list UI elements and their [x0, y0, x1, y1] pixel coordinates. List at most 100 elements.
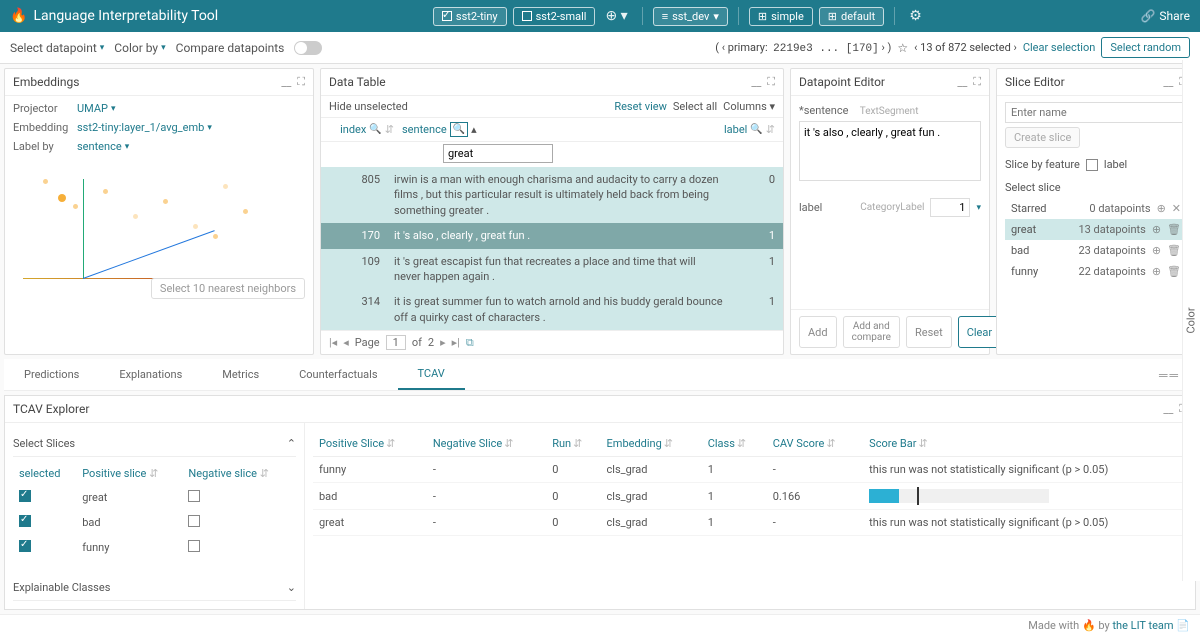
table-row[interactable]: 109 it 's great escapist fun that recrea…: [321, 249, 783, 290]
label-input[interactable]: [930, 198, 970, 217]
score-bar-header[interactable]: Score Bar⇵: [863, 431, 1187, 457]
add-compare-button[interactable]: Add and compare: [843, 316, 900, 348]
footer: Made with 🔥 by the LIT team 📄: [0, 614, 1200, 636]
slice-name-input[interactable]: [1005, 102, 1187, 123]
sentence-column-header[interactable]: sentence 🔍 ▴: [402, 122, 477, 137]
share-button[interactable]: 🔗 Share: [1140, 9, 1190, 23]
clear-button[interactable]: Clear: [958, 316, 1001, 348]
add-icon[interactable]: ⊕: [1157, 202, 1166, 215]
add-icon[interactable]: ⊕: [1152, 265, 1161, 278]
negative-checkbox[interactable]: [188, 515, 200, 527]
primary-nav: ( ‹ primary: 2219e3 ... [170] › ): [715, 41, 891, 55]
data-table-panel: Data Table __ ⛶ Hide unselected Reset vi…: [320, 68, 784, 355]
selected-header[interactable]: selected: [15, 463, 76, 484]
tab-tcav[interactable]: TCAV: [398, 359, 465, 390]
minimize-icon[interactable]: __: [281, 76, 291, 89]
tcav-results-table: Positive Slice⇵ Negative Slice⇵ Run⇵ Emb…: [305, 423, 1195, 609]
cav-score-header[interactable]: CAV Score⇵: [767, 431, 863, 457]
slice-count: 0 datapoints: [1089, 202, 1150, 215]
select-nearest-button[interactable]: Select 10 nearest neighbors: [151, 278, 305, 299]
label-dropdown-icon[interactable]: ▾: [976, 203, 981, 213]
feature-checkbox[interactable]: [1086, 159, 1098, 171]
sentence-search-input[interactable]: [443, 144, 553, 163]
select-random-button[interactable]: Select random: [1101, 37, 1190, 58]
negative-slice-header[interactable]: Negative slice ⇵: [184, 463, 294, 484]
create-slice-button[interactable]: Create slice: [1005, 127, 1080, 148]
embedding-header[interactable]: Embedding⇵: [601, 431, 702, 457]
trash-icon[interactable]: 🗑: [1167, 265, 1181, 278]
columns-button[interactable]: Columns ▾: [723, 100, 775, 113]
color-by-menu[interactable]: Color by ▾: [114, 41, 165, 55]
table-row[interactable]: 805 irwin is a man with enough charisma …: [321, 167, 783, 223]
class-header[interactable]: Class⇵: [702, 431, 767, 457]
prev-page-icon[interactable]: ◂: [343, 336, 349, 349]
slice-row[interactable]: funny 22 datapoints ⊕ 🗑: [1005, 261, 1187, 282]
positive-slice-header[interactable]: Positive slice ⇵: [78, 463, 182, 484]
layout-default[interactable]: ⊞ default: [819, 7, 884, 26]
tab-explanations[interactable]: Explanations: [99, 360, 202, 389]
embedding-select[interactable]: sst2-tiny:layer_1/avg_emb▾: [77, 121, 212, 134]
reset-button[interactable]: Reset: [906, 316, 952, 348]
model-chip-sst2-small[interactable]: sst2-small: [513, 7, 596, 26]
clear-selection-button[interactable]: Clear selection: [1023, 41, 1096, 54]
last-page-icon[interactable]: ▸|: [452, 336, 460, 349]
index-column-header[interactable]: index 🔍 ⇵: [329, 123, 394, 136]
model-dropdown-icon[interactable]: ⊕ ▾: [601, 8, 631, 24]
first-page-icon[interactable]: |◂: [329, 336, 337, 349]
trash-icon[interactable]: 🗑: [1167, 223, 1181, 236]
slice-row[interactable]: great 13 datapoints ⊕ 🗑: [1005, 219, 1187, 240]
selected-checkbox[interactable]: [19, 515, 31, 527]
fullscreen-icon[interactable]: ⛶: [297, 75, 305, 89]
minimize-icon[interactable]: __: [1163, 76, 1173, 89]
minimize-icon[interactable]: __: [957, 76, 967, 89]
star-icon[interactable]: ☆: [897, 41, 908, 55]
row-label: 1: [735, 228, 775, 243]
select-all-button[interactable]: Select all: [673, 100, 717, 113]
tab-metrics[interactable]: Metrics: [202, 360, 279, 389]
labelby-select[interactable]: sentence▾: [77, 140, 129, 153]
table-row[interactable]: 314 it is great summer fun to watch arno…: [321, 289, 783, 330]
tab-predictions[interactable]: Predictions: [4, 360, 99, 389]
link-icon: 🔗: [1140, 9, 1155, 23]
trash-icon[interactable]: 🗑: [1167, 244, 1181, 257]
add-icon[interactable]: ⊕: [1152, 244, 1161, 257]
minimize-icon[interactable]: __: [751, 76, 761, 89]
negative-checkbox[interactable]: [188, 490, 200, 502]
fullscreen-icon[interactable]: ⛶: [767, 75, 775, 89]
neg-slice-header[interactable]: Negative Slice⇵: [427, 431, 546, 457]
row-index: 314: [329, 294, 394, 325]
slice-row[interactable]: Starred 0 datapoints ⊕ ✕: [1005, 198, 1187, 219]
reset-view-button[interactable]: Reset view: [614, 100, 667, 113]
run-header[interactable]: Run⇵: [546, 431, 600, 457]
color-sidebar[interactable]: Color: [1182, 60, 1200, 581]
minimize-icon[interactable]: __: [1163, 403, 1173, 416]
select-slices-accordion[interactable]: Select Slices⌃: [13, 431, 296, 457]
dataset-chip[interactable]: ≡ sst_dev ▾: [653, 7, 728, 26]
projector-select[interactable]: UMAP▾: [77, 102, 115, 115]
add-icon[interactable]: ⊕: [1152, 223, 1161, 236]
explainable-classes-accordion[interactable]: Explainable Classes⌄: [13, 575, 296, 601]
pos-slice-header[interactable]: Positive Slice⇵: [313, 431, 427, 457]
copy-icon[interactable]: ⧉: [466, 336, 474, 350]
table-row[interactable]: 170 it 's also , clearly , great fun . 1: [321, 223, 783, 248]
settings-icon[interactable]: ⚙: [905, 8, 926, 24]
next-page-icon[interactable]: ▸: [440, 336, 446, 349]
fullscreen-icon[interactable]: ⛶: [973, 75, 981, 89]
selected-checkbox[interactable]: [19, 490, 31, 502]
layout-simple[interactable]: ⊞ simple: [749, 7, 813, 26]
select-datapoint-menu[interactable]: Select datapoint ▾: [10, 41, 104, 55]
sentence-label: *sentence: [799, 104, 857, 117]
add-button[interactable]: Add: [799, 316, 837, 348]
slice-row[interactable]: bad 23 datapoints ⊕ 🗑: [1005, 240, 1187, 261]
lit-team-link[interactable]: the LIT team: [1112, 619, 1173, 632]
negative-checkbox[interactable]: [188, 540, 200, 552]
labelby-label: Label by: [13, 140, 71, 153]
sentence-input[interactable]: it 's also , clearly , great fun .: [799, 121, 981, 181]
compare-toggle[interactable]: [294, 41, 322, 55]
close-icon[interactable]: ✕: [1172, 202, 1181, 215]
model-chip-sst2-tiny[interactable]: sst2-tiny: [433, 7, 507, 26]
selected-checkbox[interactable]: [19, 540, 31, 552]
label-column-header[interactable]: label 🔍 ⇵: [724, 123, 775, 136]
tab-counterfactuals[interactable]: Counterfactuals: [279, 360, 397, 389]
embedding-plot[interactable]: Select 10 nearest neighbors: [13, 159, 305, 299]
